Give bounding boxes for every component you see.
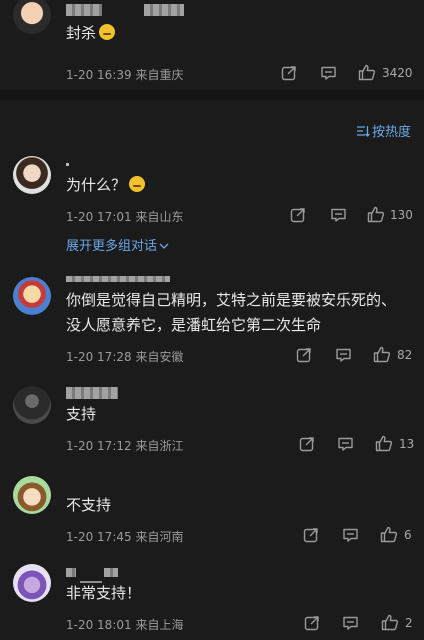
comment-meta: 1-20 17:12 来自浙江: [66, 439, 184, 453]
avatar[interactable]: [13, 386, 51, 424]
username-dot[interactable]: [66, 163, 69, 166]
sort-label: 按热度: [372, 125, 412, 140]
comment-text: 为什么？: [66, 173, 146, 198]
share-icon: [303, 528, 318, 543]
like-count: 13: [399, 436, 415, 451]
like-button[interactable]: 130: [367, 206, 413, 223]
comment-icon: [343, 528, 358, 542]
like-count: 6: [404, 527, 412, 542]
like-button[interactable]: 82: [373, 346, 412, 363]
avatar[interactable]: [13, 0, 51, 34]
comment-text: 非常支持！: [66, 584, 142, 602]
like-button[interactable]: 3420: [358, 64, 413, 81]
expand-replies-link[interactable]: 展开更多组对话: [66, 235, 169, 254]
username-redacted[interactable]: [66, 387, 118, 399]
comment-icon: [338, 437, 353, 451]
username-redacted[interactable]: [66, 4, 102, 16]
comment-text: 封杀: [66, 21, 116, 46]
share-button[interactable]: [290, 207, 306, 223]
avatar[interactable]: [13, 476, 51, 514]
avatar[interactable]: [13, 277, 51, 315]
sort-button[interactable]: 按热度: [356, 121, 411, 140]
like-button[interactable]: 6: [380, 526, 412, 543]
comment-text: 支持: [66, 405, 97, 423]
comment-meta: 1-20 17:01 来自山东: [66, 210, 184, 224]
like-button[interactable]: 2: [381, 614, 413, 631]
comment-meta: 1-20 17:28 来自安徽: [66, 350, 184, 364]
sort-icon: [357, 125, 370, 137]
thumbs-up-icon: [367, 206, 385, 223]
avatar[interactable]: [13, 156, 51, 194]
share-button[interactable]: [281, 65, 297, 81]
username-redacted[interactable]: [144, 4, 184, 16]
comment-icon: [331, 208, 346, 222]
thumbs-up-icon: [375, 435, 393, 452]
reply-button[interactable]: [337, 436, 354, 452]
share-icon: [299, 437, 314, 452]
share-icon: [290, 208, 305, 223]
username-redacted[interactable]: [104, 568, 118, 577]
like-count: 2: [405, 615, 413, 630]
emoji-icon: [99, 24, 116, 40]
username-redacted[interactable]: [66, 276, 170, 282]
share-button[interactable]: [296, 347, 312, 363]
reply-button[interactable]: [320, 65, 337, 81]
emoji-icon: [129, 176, 146, 192]
share-icon: [296, 348, 311, 363]
like-count: 3420: [382, 65, 413, 80]
username-redacted[interactable]: [66, 568, 76, 577]
reply-button[interactable]: [335, 347, 352, 363]
like-count: 130: [390, 207, 413, 222]
thumbs-up-icon: [381, 614, 399, 631]
section-divider: [0, 90, 424, 100]
comment-icon: [343, 616, 358, 630]
like-button[interactable]: 13: [375, 435, 414, 452]
reply-button[interactable]: [342, 527, 359, 543]
comment-meta: 1-20 17:45 来自河南: [66, 530, 184, 544]
like-count: 82: [397, 347, 413, 362]
comment-text: 你倒是觉得自己精明，艾特之前是要被安乐死的、 没人愿意养它，是潘虹给它第二次生命: [66, 291, 397, 334]
thumbs-up-icon: [373, 346, 391, 363]
chevron-down-icon: [159, 243, 169, 249]
comment-icon: [336, 348, 351, 362]
comment-meta: 1-20 18:01 来自上海: [66, 618, 184, 632]
share-button[interactable]: [304, 615, 320, 631]
share-button[interactable]: [303, 527, 319, 543]
reply-button[interactable]: [330, 207, 347, 223]
thumbs-up-icon: [380, 526, 398, 543]
share-icon: [304, 616, 319, 631]
reply-button[interactable]: [342, 615, 359, 631]
comment-meta: 1-20 16:39 来自重庆: [66, 68, 184, 82]
comment-text: 不支持: [66, 496, 112, 514]
share-icon: [281, 66, 296, 81]
thumbs-up-icon: [358, 64, 376, 81]
comment-icon: [321, 66, 336, 80]
share-button[interactable]: [299, 436, 315, 452]
avatar[interactable]: [13, 564, 51, 602]
